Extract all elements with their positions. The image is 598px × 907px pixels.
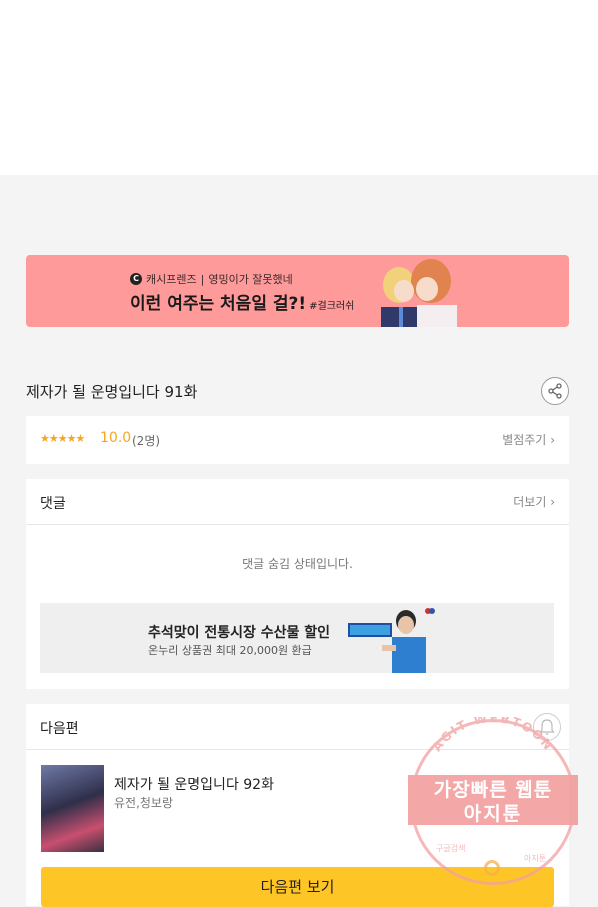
episode-title-row: 제자가 될 운명입니다 91화: [26, 376, 569, 406]
banner-headline-text: 이런 여주는 처음일 걸?!: [130, 294, 307, 314]
next-episode-authors: 유전,청보랑: [114, 796, 174, 810]
comment-more-link[interactable]: 더보기 ›: [513, 493, 555, 510]
rate-link[interactable]: 별점주기 ›: [502, 431, 555, 448]
watermark-arc-text: AGIT WEBTOON: [430, 717, 554, 754]
share-icon: [548, 383, 562, 399]
rating-card: ★★★★★ 10.0 (2명) 별점주기 ›: [26, 416, 569, 464]
banner-brand: 캐시프렌즈: [146, 273, 197, 286]
ad-banner[interactable]: 추석맞이 전통시장 수산물 할인 온누리 상품권 최대 20,000원 환급: [40, 603, 554, 673]
rating-stars-icon: ★★★★★: [40, 432, 85, 445]
watermark-arc: AGIT WEBTOON: [430, 717, 556, 754]
watermark-stamp: AGIT WEBTOON 가장빠른 웹툰 아지툰 구글검색 아지툰: [408, 717, 578, 887]
cashfriends-logo-icon: C: [130, 273, 142, 285]
banner-sub: C 캐시프렌즈 | 영밍이가 잘못했네: [130, 271, 293, 287]
banner-illustration: [381, 259, 457, 327]
next-episode-title[interactable]: 제자가 될 운명입니다 92화: [114, 774, 274, 794]
watermark-bottom-left: 구글검색: [436, 844, 466, 853]
ad-subtitle: 온누리 상품권 최대 20,000원 환급: [148, 644, 312, 657]
comment-header: 댓글 더보기 ›: [26, 479, 569, 525]
next-label: 다음편: [40, 721, 79, 737]
episode-title: 제자가 될 운명입니다 91화: [26, 383, 198, 401]
promo-banner[interactable]: C 캐시프렌즈 | 영밍이가 잘못했네 이런 여주는 처음일 걸?! #걸크러쉬: [26, 255, 569, 327]
rating-score: 10.0: [100, 430, 132, 446]
watermark-bottom-right: 아지툰: [524, 854, 547, 863]
chevron-right-icon: ›: [550, 495, 555, 509]
ad-title: 추석맞이 전통시장 수산물 할인: [148, 625, 331, 641]
comment-section: 댓글 더보기 › 댓글 숨김 상태입니다. 추석맞이 전통시장 수산물 할인 온…: [26, 479, 569, 689]
next-episode-thumbnail[interactable]: [41, 765, 104, 852]
watermark-line2: 아지툰: [463, 803, 523, 825]
svg-text:AGIT WEBTOON: AGIT WEBTOON: [430, 717, 556, 754]
banner-headline: 이런 여주는 처음일 걸?! #걸크러쉬: [130, 289, 354, 314]
ad-illustration: [348, 608, 435, 673]
banner-series: 영밍이가 잘못했네: [208, 273, 293, 286]
banner-divider: |: [200, 272, 205, 286]
rate-link-label: 별점주기: [502, 433, 547, 447]
comment-label: 댓글: [40, 496, 66, 512]
comment-more-label: 더보기: [513, 495, 547, 509]
google-icon: [484, 860, 500, 876]
watermark-line1: 가장빠른 웹툰: [433, 779, 553, 801]
comment-hidden-message: 댓글 숨김 상태입니다.: [242, 557, 353, 571]
banner-hashtag: #걸크러쉬: [309, 301, 355, 312]
rating-count: (2명): [132, 434, 161, 448]
share-button[interactable]: [541, 377, 569, 405]
top-blank-area: [0, 0, 598, 175]
chevron-right-icon: ›: [550, 433, 555, 447]
